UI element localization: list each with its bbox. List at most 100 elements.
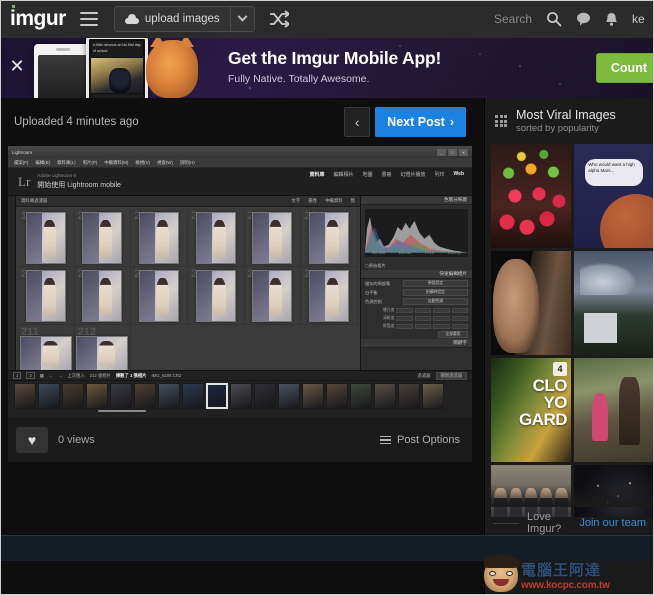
photo-grid-cell[interactable]: 211 <box>18 325 75 370</box>
close-icon[interactable]: ✕ <box>9 57 25 75</box>
username-label[interactable]: ke <box>632 12 650 26</box>
photo-thumbnail[interactable] <box>19 335 72 370</box>
photo-grid-cell[interactable]: 207 <box>131 267 188 325</box>
slider-steps[interactable] <box>396 323 469 329</box>
quick-develop-value[interactable]: 自動色調 <box>403 298 468 305</box>
library-filter-option[interactable]: 中繼資料 <box>325 198 343 204</box>
comment-icon[interactable] <box>576 12 591 26</box>
filmstrip-thumbnail[interactable] <box>326 383 348 409</box>
post-options-button[interactable]: Post Options <box>380 434 464 446</box>
favorite-button[interactable]: ♥ <box>16 427 48 453</box>
lightroom-module-tab[interactable]: Web <box>454 171 464 177</box>
back-arrow-icon[interactable]: ← <box>49 373 53 378</box>
lightroom-menu-item[interactable]: 視窗(W) <box>157 160 173 166</box>
photo-grid-cell[interactable]: 204 <box>301 209 358 267</box>
photo-thumbnail[interactable] <box>252 269 293 322</box>
lightroom-menu-item[interactable]: 資料庫(L) <box>57 160 76 166</box>
library-filter-option[interactable]: 無 <box>351 198 355 204</box>
filmstrip-thumbnail[interactable] <box>182 383 204 409</box>
quick-develop-value[interactable]: 拍攝時設定 <box>403 289 468 296</box>
minimize-icon[interactable]: _ <box>437 148 446 156</box>
photo-grid-cell[interactable]: 205 <box>18 267 75 325</box>
quick-develop-slider[interactable]: 鮮豔度 <box>361 322 472 330</box>
photo-thumbnail[interactable] <box>309 211 350 264</box>
filmstrip-import-label[interactable]: 上次匯入 <box>67 373 84 379</box>
post-image-container[interactable]: Lightroom _ □ ✕ 檔案(F) 編輯(E) 資料庫(L) 照片(P) 中繼資… <box>8 146 472 418</box>
keywording-header[interactable]: 關鍵字 <box>361 339 472 348</box>
photo-thumbnail[interactable] <box>25 269 66 322</box>
filmstrip-thumbnail[interactable] <box>254 383 276 409</box>
viral-tile-group-photo[interactable] <box>491 465 571 517</box>
filmstrip-thumbnail[interactable] <box>398 383 420 409</box>
lightroom-module-tab[interactable]: 幻燈片播放 <box>401 171 426 178</box>
viral-tile-garden[interactable]: 4 CLO YO GARD <box>491 358 571 462</box>
imgur-logo[interactable]: imgur <box>10 5 66 31</box>
lightroom-menu-item[interactable]: 檔案(F) <box>14 160 28 166</box>
viral-tile-wedding[interactable] <box>574 358 654 462</box>
filmstrip-thumbnail[interactable] <box>350 383 372 409</box>
quick-develop-value[interactable]: 預設設定 <box>403 280 468 287</box>
lightroom-module-tab[interactable]: 書冊 <box>381 171 391 178</box>
photo-grid-cell[interactable]: 210 <box>301 267 358 325</box>
filmstrip-view-1[interactable]: 1 <box>13 372 22 379</box>
viral-tile-cocktail-glasses[interactable] <box>491 144 571 248</box>
photo-grid-cell[interactable]: 203 <box>244 209 302 267</box>
lightroom-menu-item[interactable]: 說明(H) <box>180 160 195 166</box>
filmstrip-thumbnail[interactable] <box>206 383 228 409</box>
histogram-panel-header[interactable]: 色階分佈圖 <box>361 196 472 205</box>
filmstrip-thumbnail[interactable] <box>158 383 180 409</box>
photo-thumbnail[interactable] <box>252 211 293 264</box>
filmstrip-scrollbar[interactable] <box>98 410 146 412</box>
lightroom-module-tab[interactable]: 列印 <box>435 171 445 178</box>
upload-dropdown-button[interactable] <box>229 7 254 31</box>
library-filter-bar[interactable]: 資料庫過濾器 文字 屬性 中繼資料 無 <box>16 196 360 207</box>
quick-develop-slider[interactable]: 曝光度 <box>361 306 472 314</box>
slider-steps[interactable] <box>396 315 469 321</box>
filmstrip-thumbnail[interactable] <box>62 383 84 409</box>
reset-all-row[interactable]: 全部重設 <box>361 330 472 339</box>
lightroom-left-panel[interactable] <box>8 196 16 370</box>
filmstrip-thumbnail[interactable] <box>38 383 60 409</box>
filmstrip-thumbnail[interactable] <box>422 383 444 409</box>
maximize-icon[interactable]: □ <box>448 148 457 156</box>
main-menu-icon[interactable] <box>79 12 98 26</box>
photo-grid-cell[interactable]: 206 <box>74 267 132 325</box>
forward-arrow-icon[interactable]: → <box>58 373 62 378</box>
filmstrip-thumbnail[interactable] <box>14 383 36 409</box>
search-label[interactable]: Search <box>494 12 532 26</box>
photo-thumbnail[interactable] <box>309 269 350 322</box>
lightroom-menu-item[interactable]: 中繼資料(M) <box>104 160 128 166</box>
photo-grid-cell[interactable]: 202 <box>188 209 245 267</box>
photo-thumbnail[interactable] <box>25 211 66 264</box>
bell-icon[interactable] <box>605 12 618 27</box>
photo-grid-cell[interactable]: 209 <box>244 267 302 325</box>
upload-images-button[interactable]: upload images <box>115 7 230 31</box>
original-photo-row[interactable]: ▢ 原始相片 <box>361 261 472 270</box>
photo-thumbnail[interactable] <box>195 211 236 264</box>
close-icon[interactable]: ✕ <box>459 148 468 156</box>
lightroom-menu-item[interactable]: 檢視(V) <box>135 160 150 166</box>
photo-thumbnail[interactable] <box>139 211 180 264</box>
filmstrip-thumbnail[interactable] <box>230 383 252 409</box>
quick-develop-header[interactable]: 快速編輯相片 <box>361 270 472 279</box>
lightroom-module-tab[interactable]: 編輯相片 <box>333 171 353 178</box>
filmstrip-thumbnail[interactable] <box>302 383 324 409</box>
lightroom-module-tab[interactable]: 地圖 <box>362 171 372 178</box>
photo-thumbnail[interactable] <box>76 335 129 370</box>
viral-tile-house-clouds[interactable] <box>574 251 654 355</box>
filmstrip-thumbnail[interactable] <box>278 383 300 409</box>
photo-grid-cell[interactable]: 200 <box>74 209 132 267</box>
filmstrip-thumbnail[interactable] <box>86 383 108 409</box>
lightroom-menu-item[interactable]: 照片(P) <box>83 160 98 166</box>
shuffle-icon[interactable] <box>269 10 289 28</box>
viral-tile-man-portrait[interactable] <box>491 251 571 355</box>
count-me-in-button[interactable]: Count <box>595 53 654 83</box>
photo-grid-cell[interactable]: 199 <box>18 209 75 267</box>
photo-thumbnail[interactable] <box>195 269 236 322</box>
viral-tile-night-sparks[interactable] <box>574 465 654 517</box>
photo-grid-cell[interactable]: 212 <box>75 325 132 370</box>
photo-thumbnail[interactable] <box>139 269 180 322</box>
filmstrip-thumbnail[interactable] <box>134 383 156 409</box>
lightroom-module-tab[interactable]: 資料庫 <box>309 171 324 178</box>
library-filter-option[interactable]: 文字 <box>291 198 300 204</box>
